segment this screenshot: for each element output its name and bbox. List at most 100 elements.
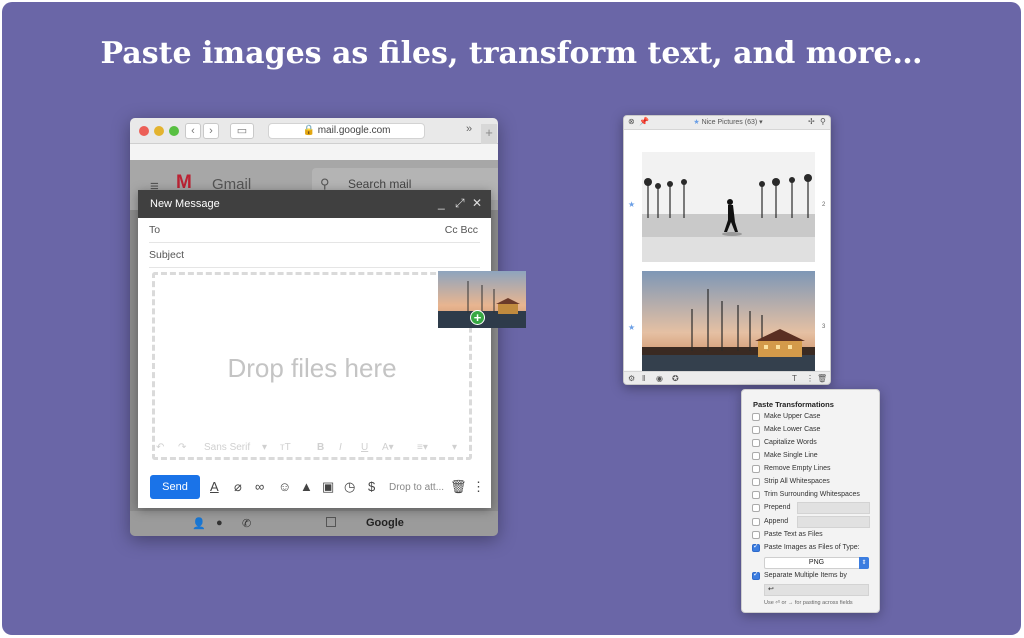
to-field[interactable]: To Cc Bcc (149, 218, 480, 243)
drive-icon[interactable]: ▲ (300, 479, 313, 494)
bold-icon[interactable]: B (317, 442, 324, 453)
more-icon[interactable]: ⋮ (806, 374, 814, 383)
gear-icon[interactable]: ⚙ (628, 374, 635, 383)
clipboard-item[interactable] (642, 152, 815, 262)
subject-field[interactable]: Subject (149, 243, 480, 268)
expand-icon[interactable]: ⤢ (455, 196, 465, 211)
text-transform-icon[interactable]: T (792, 374, 797, 383)
formatting-options-icon[interactable]: A (210, 479, 219, 494)
append-input[interactable] (797, 516, 870, 528)
url-bar[interactable]: 🔒 mail.google.com (268, 123, 425, 139)
attach-icon[interactable]: ⌀ (234, 479, 242, 495)
prepend-input[interactable] (797, 502, 870, 514)
compose-window: New Message _ ⤢ ✕ To Cc Bcc Subject Drop… (138, 190, 491, 508)
checkbox[interactable] (752, 504, 760, 512)
checkbox-checked[interactable] (752, 570, 760, 580)
star-icon: ★ (693, 119, 700, 126)
drop-zone[interactable]: Drop files here (152, 272, 472, 460)
camera-icon[interactable]: ◉ (656, 374, 663, 383)
trash-icon[interactable]: 🗑 (450, 479, 467, 495)
send-button[interactable]: Send (150, 475, 200, 499)
starred-icon[interactable]: ✪ (672, 374, 679, 383)
more-formatting-icon[interactable]: ▾ (452, 442, 457, 453)
stepper-icon: ⇕ (859, 557, 869, 569)
font-select[interactable]: Sans Serif (204, 442, 250, 453)
text-color-icon[interactable]: A▾ (382, 442, 394, 453)
align-icon[interactable]: ≡▾ (417, 442, 428, 453)
menu-hint: Use ⏎ or → for pasting across fields (764, 600, 853, 606)
compose-title: New Message (150, 198, 220, 210)
compose-header: New Message _ ⤢ ✕ (138, 190, 491, 218)
more-options-icon[interactable]: ⋮ (472, 479, 485, 495)
clipboard-list: ★ 2 ★ 3 (624, 130, 830, 383)
checkbox-checked[interactable] (752, 542, 760, 552)
emoji-icon[interactable]: ☺ (278, 479, 291, 494)
italic-icon[interactable]: I (339, 442, 342, 453)
trash-icon[interactable]: 🗑 (817, 374, 827, 383)
item-number: 2 (822, 202, 826, 208)
pause-icon[interactable]: ‖ (642, 374, 645, 383)
transform-append[interactable]: Append (752, 516, 872, 529)
link-icon[interactable]: ∞ (255, 479, 264, 494)
chevron-left-icon[interactable]: ‹ (185, 123, 201, 139)
redo-icon[interactable]: ↷ (178, 442, 186, 453)
browser-toolbar: ‹ › ▭ 🔒 mail.google.com » + (130, 118, 498, 144)
select-checkbox[interactable] (326, 517, 336, 527)
item-number: 3 (822, 324, 826, 330)
clipboard-titlebar: ⊗ 📌 ★ Nice Pictures (63) ▾ ✢ ⚲ (624, 116, 830, 130)
move-icon[interactable]: ✢ (808, 117, 815, 126)
hangouts-icon[interactable]: ● (216, 517, 223, 529)
close-icon[interactable]: ✕ (472, 196, 482, 210)
sender-name: Google (366, 517, 404, 529)
more-toolbar-icon[interactable]: » (466, 123, 472, 135)
photo-icon[interactable]: ▣ (322, 479, 334, 495)
checkbox[interactable] (752, 478, 760, 486)
checkbox[interactable] (752, 531, 760, 539)
confidential-icon[interactable]: ◷ (344, 479, 355, 495)
file-type-select[interactable]: PNG ⇕ (764, 557, 869, 569)
to-label: To (149, 224, 161, 236)
file-type-value: PNG (808, 559, 825, 566)
search-placeholder: Search mail (348, 177, 412, 191)
drop-zone-text: Drop files here (227, 353, 397, 383)
add-plus-icon: + (470, 310, 485, 325)
cc-bcc-link[interactable]: Cc Bcc (445, 218, 478, 243)
search-icon[interactable]: ⚲ (820, 117, 826, 126)
checkbox[interactable] (752, 452, 760, 460)
minimize-window-button[interactable] (154, 126, 164, 136)
contacts-icon[interactable]: 👤 (192, 517, 206, 530)
close-window-button[interactable] (139, 126, 149, 136)
undo-icon[interactable]: ↶ (156, 442, 164, 453)
underline-icon[interactable]: U (361, 442, 368, 453)
separator-input[interactable]: ↩ (764, 584, 869, 596)
lock-icon: 🔒 (302, 125, 315, 136)
checkbox[interactable] (752, 439, 760, 447)
sidebar-toggle-icon[interactable]: ▭ (230, 123, 254, 139)
menu-title: Paste Transformations (753, 400, 834, 409)
clipboard-item[interactable] (642, 271, 815, 383)
clipboard-footer: ⚙ ‖ ◉ ✪ T ⋮ 🗑 (624, 371, 830, 384)
star-icon[interactable]: ★ (628, 323, 635, 332)
star-icon[interactable]: ★ (628, 200, 635, 209)
tab-strip (130, 144, 498, 160)
formatting-toolbar: ↶ ↷ Sans Serif ▾ тT B I U A▾ ≡▾ ▾ (152, 440, 472, 458)
headline: Paste images as files, transform text, a… (100, 36, 923, 71)
checkbox[interactable] (752, 465, 760, 473)
clipboard-title[interactable]: Nice Pictures (63) (702, 119, 758, 126)
dollar-icon[interactable]: $ (368, 479, 375, 494)
checkbox[interactable] (752, 413, 760, 421)
phone-icon[interactable]: ✆ (242, 517, 251, 530)
url-text: mail.google.com (317, 125, 391, 136)
minimize-icon[interactable]: _ (438, 196, 445, 210)
paste-transformations-menu: Paste Transformations Make Upper Case Ma… (741, 389, 880, 613)
checkbox[interactable] (752, 518, 760, 526)
zoom-window-button[interactable] (169, 126, 179, 136)
font-size-icon[interactable]: тT (280, 442, 291, 453)
gmail-bottom-bar: 👤 ● ✆ Google (130, 511, 498, 536)
chevron-down-icon: ▾ (262, 442, 268, 453)
chevron-right-icon[interactable]: › (203, 123, 219, 139)
transform-prepend[interactable]: Prepend (752, 502, 872, 515)
checkbox[interactable] (752, 491, 760, 499)
new-tab-button[interactable]: + (481, 124, 497, 144)
checkbox[interactable] (752, 426, 760, 434)
